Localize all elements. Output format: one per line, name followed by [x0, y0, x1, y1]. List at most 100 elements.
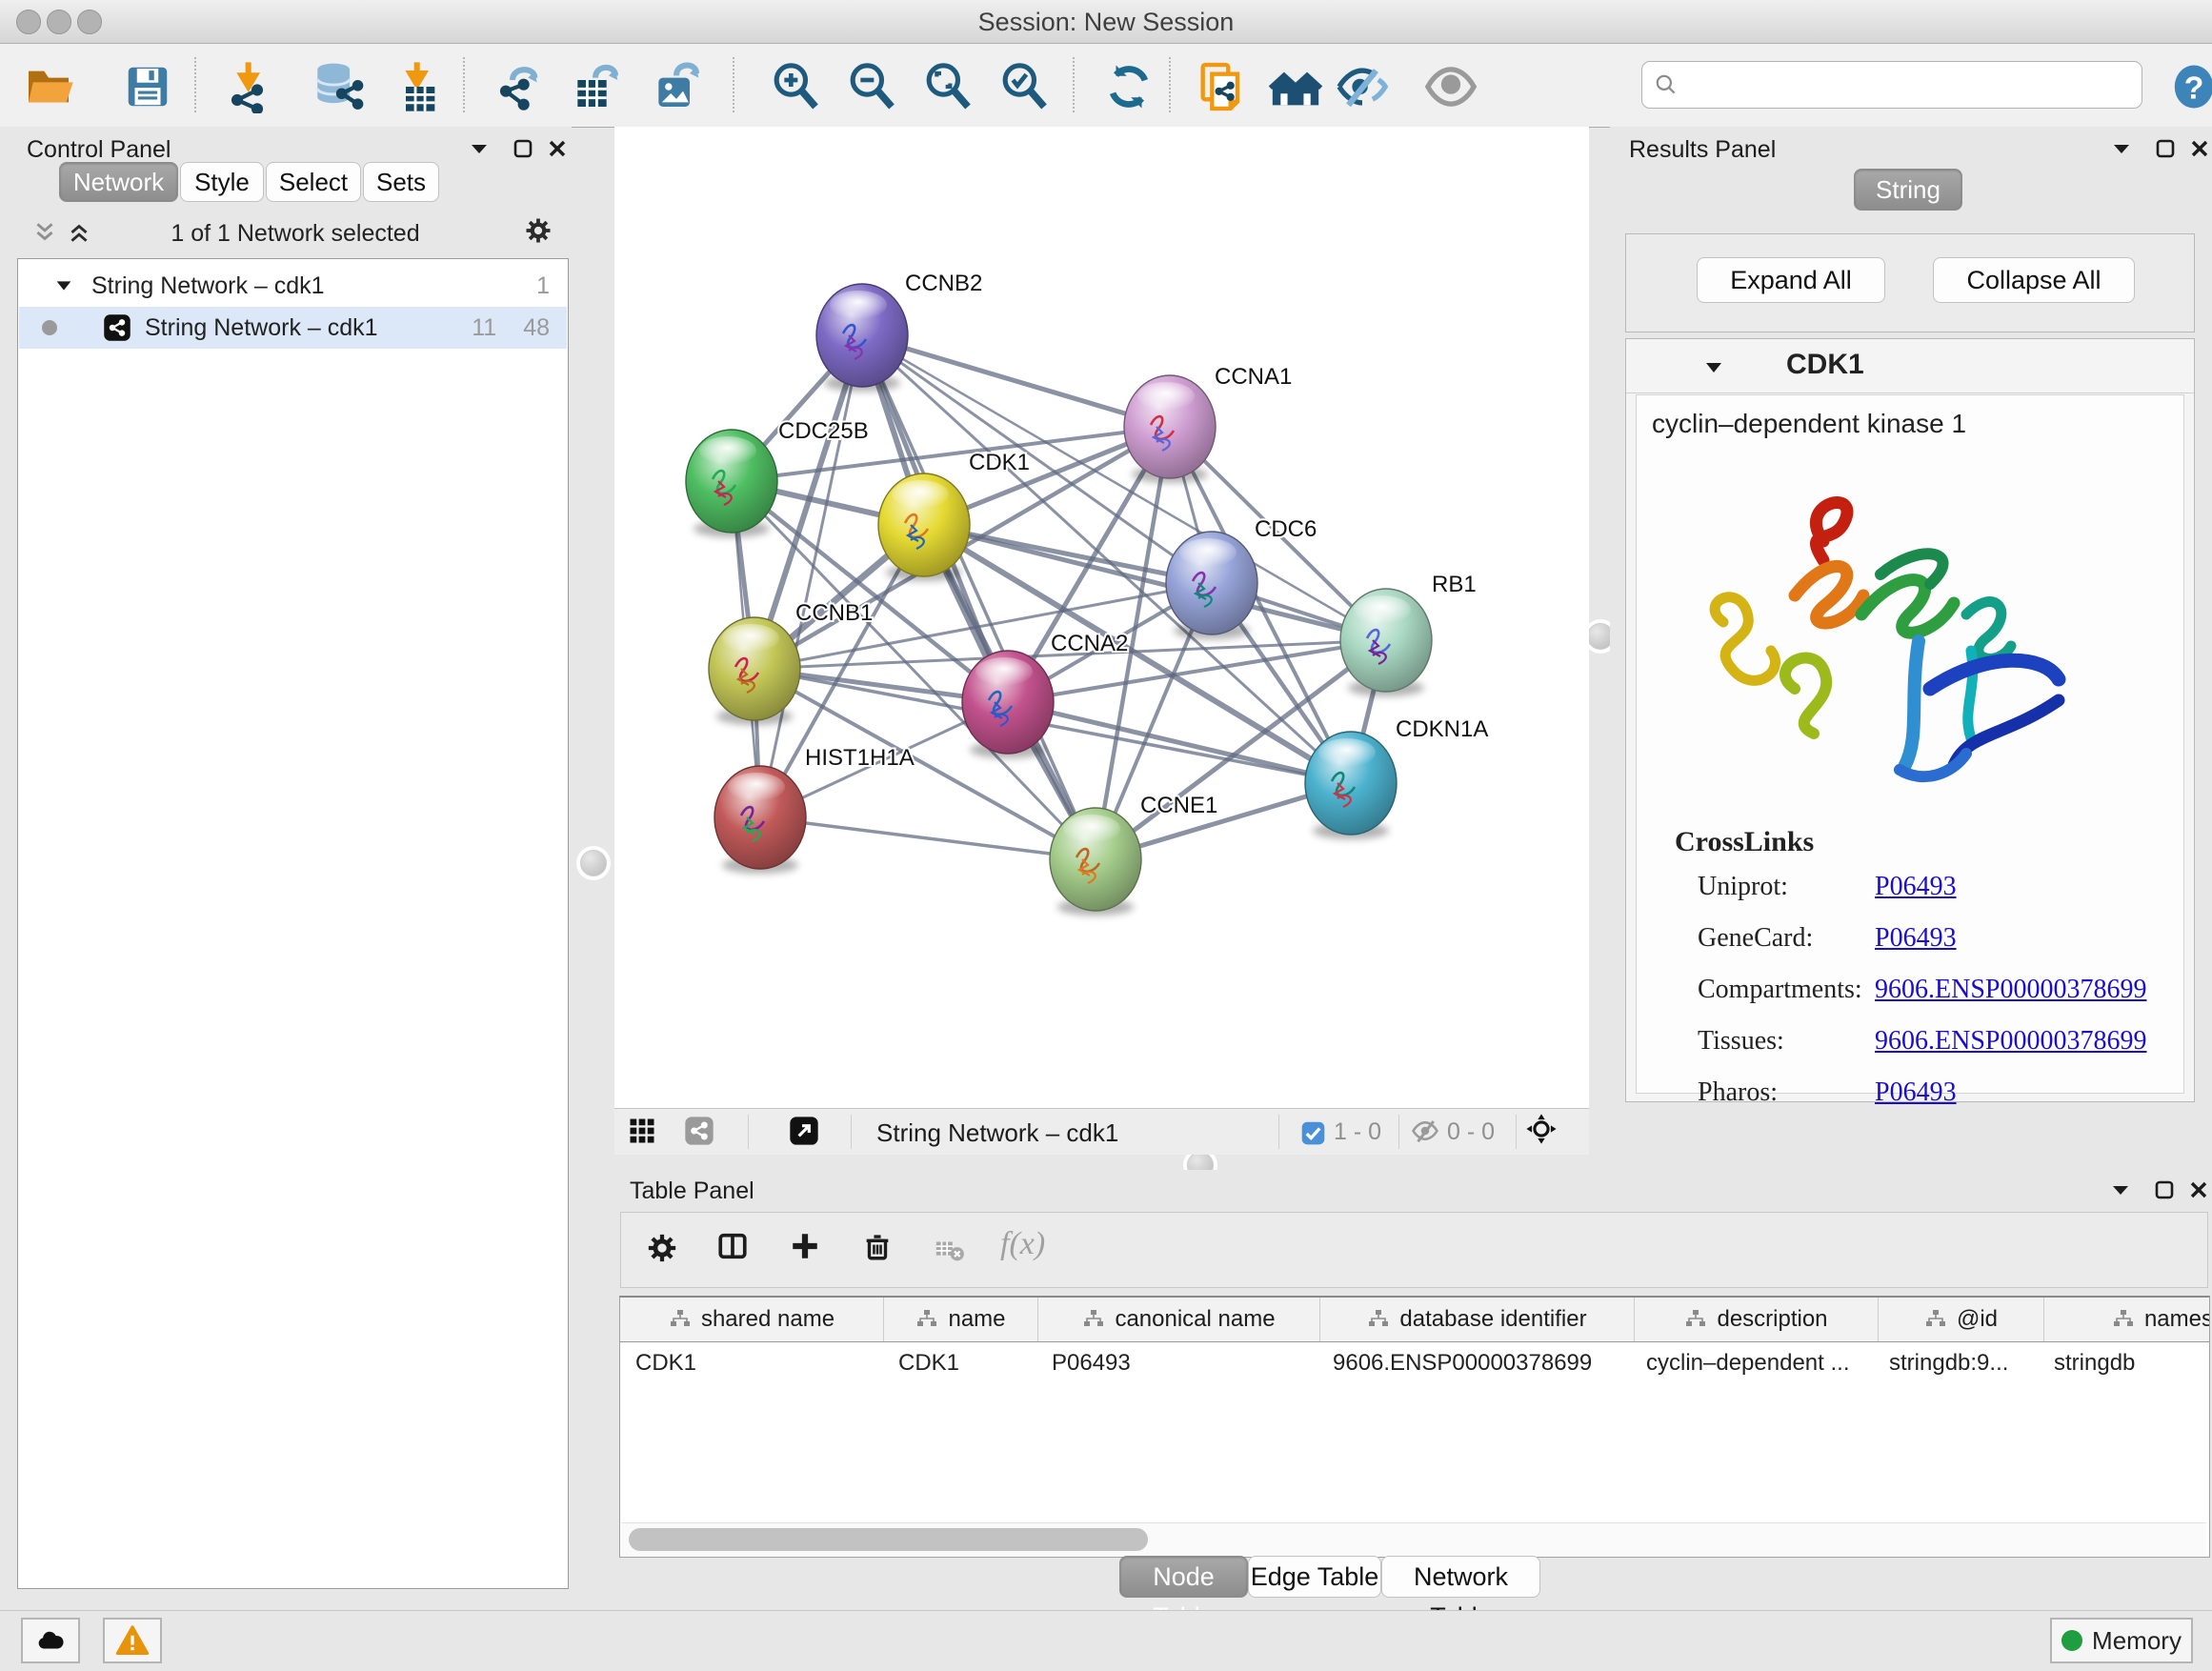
maximize-panel-icon[interactable]: [2148, 1176, 2181, 1204]
close-panel-icon[interactable]: [2182, 1176, 2212, 1204]
hide-selected-button[interactable]: [1331, 55, 1394, 118]
zoom-selected-button[interactable]: [993, 55, 1056, 118]
edge-CCNB2-CCNA1[interactable]: [862, 335, 1170, 427]
maximize-panel-icon[interactable]: [507, 134, 539, 163]
collapse-all-button[interactable]: Collapse All: [1933, 257, 2135, 303]
export-table-button[interactable]: [564, 55, 627, 118]
open-folder-icon: [22, 60, 75, 113]
column-header--id[interactable]: @id: [1879, 1298, 2044, 1341]
column-header-name[interactable]: name: [884, 1298, 1038, 1341]
export-table-icon: [569, 60, 622, 113]
node-CDK1[interactable]: CDK1: [878, 450, 1030, 581]
table-cell[interactable]: cyclin–dependent ...: [1631, 1342, 1874, 1384]
crosslink-value-link[interactable]: 9606.ENSP00000378699: [1875, 1026, 2146, 1057]
help-button[interactable]: ?: [2162, 55, 2212, 118]
table-settings-gear-icon[interactable]: [646, 1234, 678, 1262]
cloud-status-button[interactable]: [21, 1618, 80, 1663]
import-network-from-database-button[interactable]: [307, 55, 370, 118]
crosshair-icon[interactable]: [1525, 1115, 1558, 1143]
crosslink-value-link[interactable]: P06493: [1875, 923, 1957, 954]
string-network-graph[interactable]: CCNB2CCNA1CDC25BCDK1CDC6RB1CCNB1CCNA2CDK…: [614, 127, 1589, 1108]
crosslink-value-link[interactable]: P06493: [1875, 872, 1957, 902]
table-cell[interactable]: stringdb: [2039, 1342, 2210, 1384]
search-input[interactable]: [1686, 70, 2142, 99]
node-CDKN1A[interactable]: CDKN1A: [1305, 716, 1488, 839]
open-session-button[interactable]: [17, 55, 80, 118]
tree-expander-icon[interactable]: [53, 275, 74, 296]
tab-network[interactable]: Network: [59, 162, 178, 202]
detach-view-icon[interactable]: [788, 1117, 820, 1145]
entry-header[interactable]: CDK1: [1626, 339, 2194, 393]
zoom-out-button[interactable]: [840, 55, 903, 118]
column-header-database-identifier[interactable]: database identifier: [1320, 1298, 1635, 1341]
float-panel-icon[interactable]: [2104, 1176, 2137, 1204]
node-HIST1H1A[interactable]: HIST1H1A: [714, 745, 915, 874]
tab-string[interactable]: String: [1854, 169, 1962, 211]
close-panel-icon[interactable]: [541, 134, 573, 163]
export-image-button[interactable]: [645, 55, 708, 118]
zoom-fit-button[interactable]: [916, 55, 979, 118]
tab-sets[interactable]: Sets: [363, 162, 439, 202]
table-cell[interactable]: CDK1: [620, 1342, 883, 1384]
import-network-button[interactable]: [219, 55, 282, 118]
scrollbar-thumb[interactable]: [629, 1528, 1148, 1551]
column-header-description[interactable]: description: [1635, 1298, 1879, 1341]
edge-CCNA2-CDKN1A[interactable]: [1008, 702, 1351, 783]
zoom-in-button[interactable]: [764, 55, 827, 118]
entry-expander-icon[interactable]: [1702, 356, 1725, 379]
table-horizontal-scrollbar[interactable]: [621, 1522, 2206, 1556]
expand-all-button[interactable]: Expand All: [1697, 257, 1885, 303]
table-cell[interactable]: 9606.ENSP00000378699: [1317, 1342, 1631, 1384]
network-options-gear-icon[interactable]: [522, 216, 554, 245]
float-panel-icon[interactable]: [463, 134, 495, 163]
network-collection-row[interactable]: String Network – cdk1 1: [19, 265, 567, 307]
node-CCNB2[interactable]: CCNB2: [816, 271, 982, 392]
tab-style[interactable]: Style: [180, 162, 264, 202]
show-columns-icon[interactable]: [716, 1232, 749, 1260]
float-panel-icon[interactable]: [2105, 134, 2138, 163]
network-birds-eye-icon[interactable]: [683, 1117, 715, 1145]
edge-CCNB2-CCNE1[interactable]: [862, 335, 1096, 859]
table-cell[interactable]: stringdb:9...: [1874, 1342, 2039, 1384]
crosslink-value-link[interactable]: 9606.ENSP00000378699: [1875, 975, 2146, 1005]
control-panel-title: Control Panel: [27, 136, 171, 164]
grid-view-icon[interactable]: [626, 1117, 658, 1145]
memory-button[interactable]: Memory: [2050, 1618, 2193, 1663]
left-splitter-handle[interactable]: [580, 850, 607, 876]
node-RB1[interactable]: RB1: [1340, 572, 1477, 696]
network-row-selected[interactable]: String Network – cdk1 11 48: [19, 307, 567, 349]
save-session-button[interactable]: [116, 55, 179, 118]
edge-HIST1H1A-CCNE1[interactable]: [760, 817, 1096, 859]
show-all-button[interactable]: [1419, 55, 1482, 118]
network-canvas[interactable]: CCNB2CCNA1CDC25BCDK1CDC6RB1CCNB1CCNA2CDK…: [614, 127, 1589, 1108]
table-cell[interactable]: P06493: [1036, 1342, 1317, 1384]
apply-layout-button[interactable]: [1097, 55, 1160, 118]
tab-select[interactable]: Select: [266, 162, 361, 202]
delete-column-trash-icon[interactable]: [861, 1232, 894, 1260]
import-table-button[interactable]: [388, 55, 451, 118]
warnings-button[interactable]: [103, 1618, 162, 1663]
node-table[interactable]: shared namenamecanonical namedatabase id…: [619, 1296, 2210, 1558]
export-network-button[interactable]: [488, 55, 551, 118]
close-panel-icon[interactable]: [2183, 134, 2212, 163]
copy-network-view-button[interactable]: [1190, 55, 1253, 118]
create-column-plus-icon[interactable]: [789, 1232, 821, 1260]
maximize-panel-icon[interactable]: [2149, 134, 2182, 163]
table-row[interactable]: CDK1CDK1P064939606.ENSP00000378699cyclin…: [620, 1342, 2209, 1384]
column-header-shared-name[interactable]: shared name: [620, 1298, 884, 1341]
crosslink-value-link[interactable]: P06493: [1875, 1077, 1957, 1108]
tab-node-table[interactable]: Node Table: [1119, 1556, 1248, 1598]
network-collection-label: String Network – cdk1: [91, 272, 325, 300]
collapse-all-tree-icon[interactable]: [29, 218, 61, 247]
expand-all-tree-icon[interactable]: [63, 218, 95, 247]
column-header-namespace[interactable]: namespace: [2044, 1298, 2210, 1341]
table-cell[interactable]: CDK1: [883, 1342, 1036, 1384]
selected-checkbox-icon[interactable]: [1297, 1118, 1329, 1147]
tab-edge-table[interactable]: Edge Table: [1248, 1556, 1381, 1598]
tab-network-table[interactable]: Network Table: [1381, 1556, 1540, 1598]
first-neighbors-button[interactable]: [1264, 55, 1327, 118]
search-field[interactable]: [1641, 61, 2142, 109]
node-label-CDKN1A: CDKN1A: [1396, 716, 1488, 742]
column-header-canonical-name[interactable]: canonical name: [1038, 1298, 1320, 1341]
node-CDC6[interactable]: CDC6: [1166, 516, 1317, 639]
